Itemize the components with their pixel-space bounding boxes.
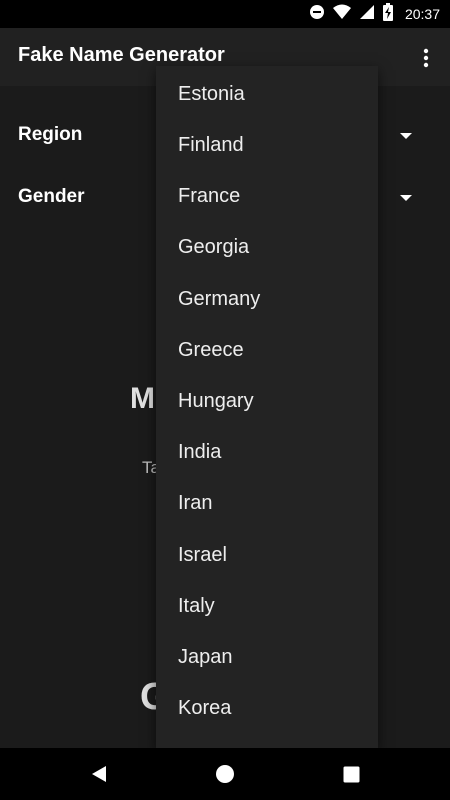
status-icons: 20:37: [309, 0, 440, 28]
region-dropdown-menu: Estonia Finland France Georgia Germany G…: [156, 66, 378, 748]
status-time: 20:37: [404, 6, 440, 22]
region-dropdown-arrow-icon[interactable]: [400, 133, 412, 139]
wifi-icon: [332, 4, 351, 24]
menu-item-estonia[interactable]: Estonia: [156, 69, 378, 120]
gender-label: Gender: [18, 186, 85, 207]
menu-item-korea[interactable]: Korea: [156, 683, 378, 734]
menu-item-israel[interactable]: Israel: [156, 530, 378, 581]
battery-charging-icon: [382, 3, 393, 25]
recents-icon[interactable]: [338, 761, 364, 787]
back-icon[interactable]: [86, 761, 112, 787]
menu-item-hungary[interactable]: Hungary: [156, 376, 378, 427]
status-bar: 20:37: [0, 0, 450, 28]
app-title: Fake Name Generator: [18, 44, 225, 66]
region-label: Region: [18, 124, 83, 145]
menu-item-france[interactable]: France: [156, 171, 378, 222]
menu-item-japan[interactable]: Japan: [156, 632, 378, 683]
signal-icon: [359, 4, 375, 24]
menu-item-georgia[interactable]: Georgia: [156, 222, 378, 273]
menu-item-germany[interactable]: Germany: [156, 274, 378, 325]
menu-item-greece[interactable]: Greece: [156, 325, 378, 376]
menu-item-finland[interactable]: Finland: [156, 120, 378, 171]
home-icon[interactable]: [212, 761, 238, 787]
more-vert-icon[interactable]: [414, 44, 438, 72]
menu-item-india[interactable]: India: [156, 427, 378, 478]
gender-dropdown-arrow-icon[interactable]: [400, 195, 412, 201]
do-not-disturb-icon: [309, 4, 325, 24]
name-text-partial: M: [130, 382, 155, 415]
menu-item-iran[interactable]: Iran: [156, 478, 378, 529]
menu-item-italy[interactable]: Italy: [156, 581, 378, 632]
nav-bar: [0, 748, 450, 800]
